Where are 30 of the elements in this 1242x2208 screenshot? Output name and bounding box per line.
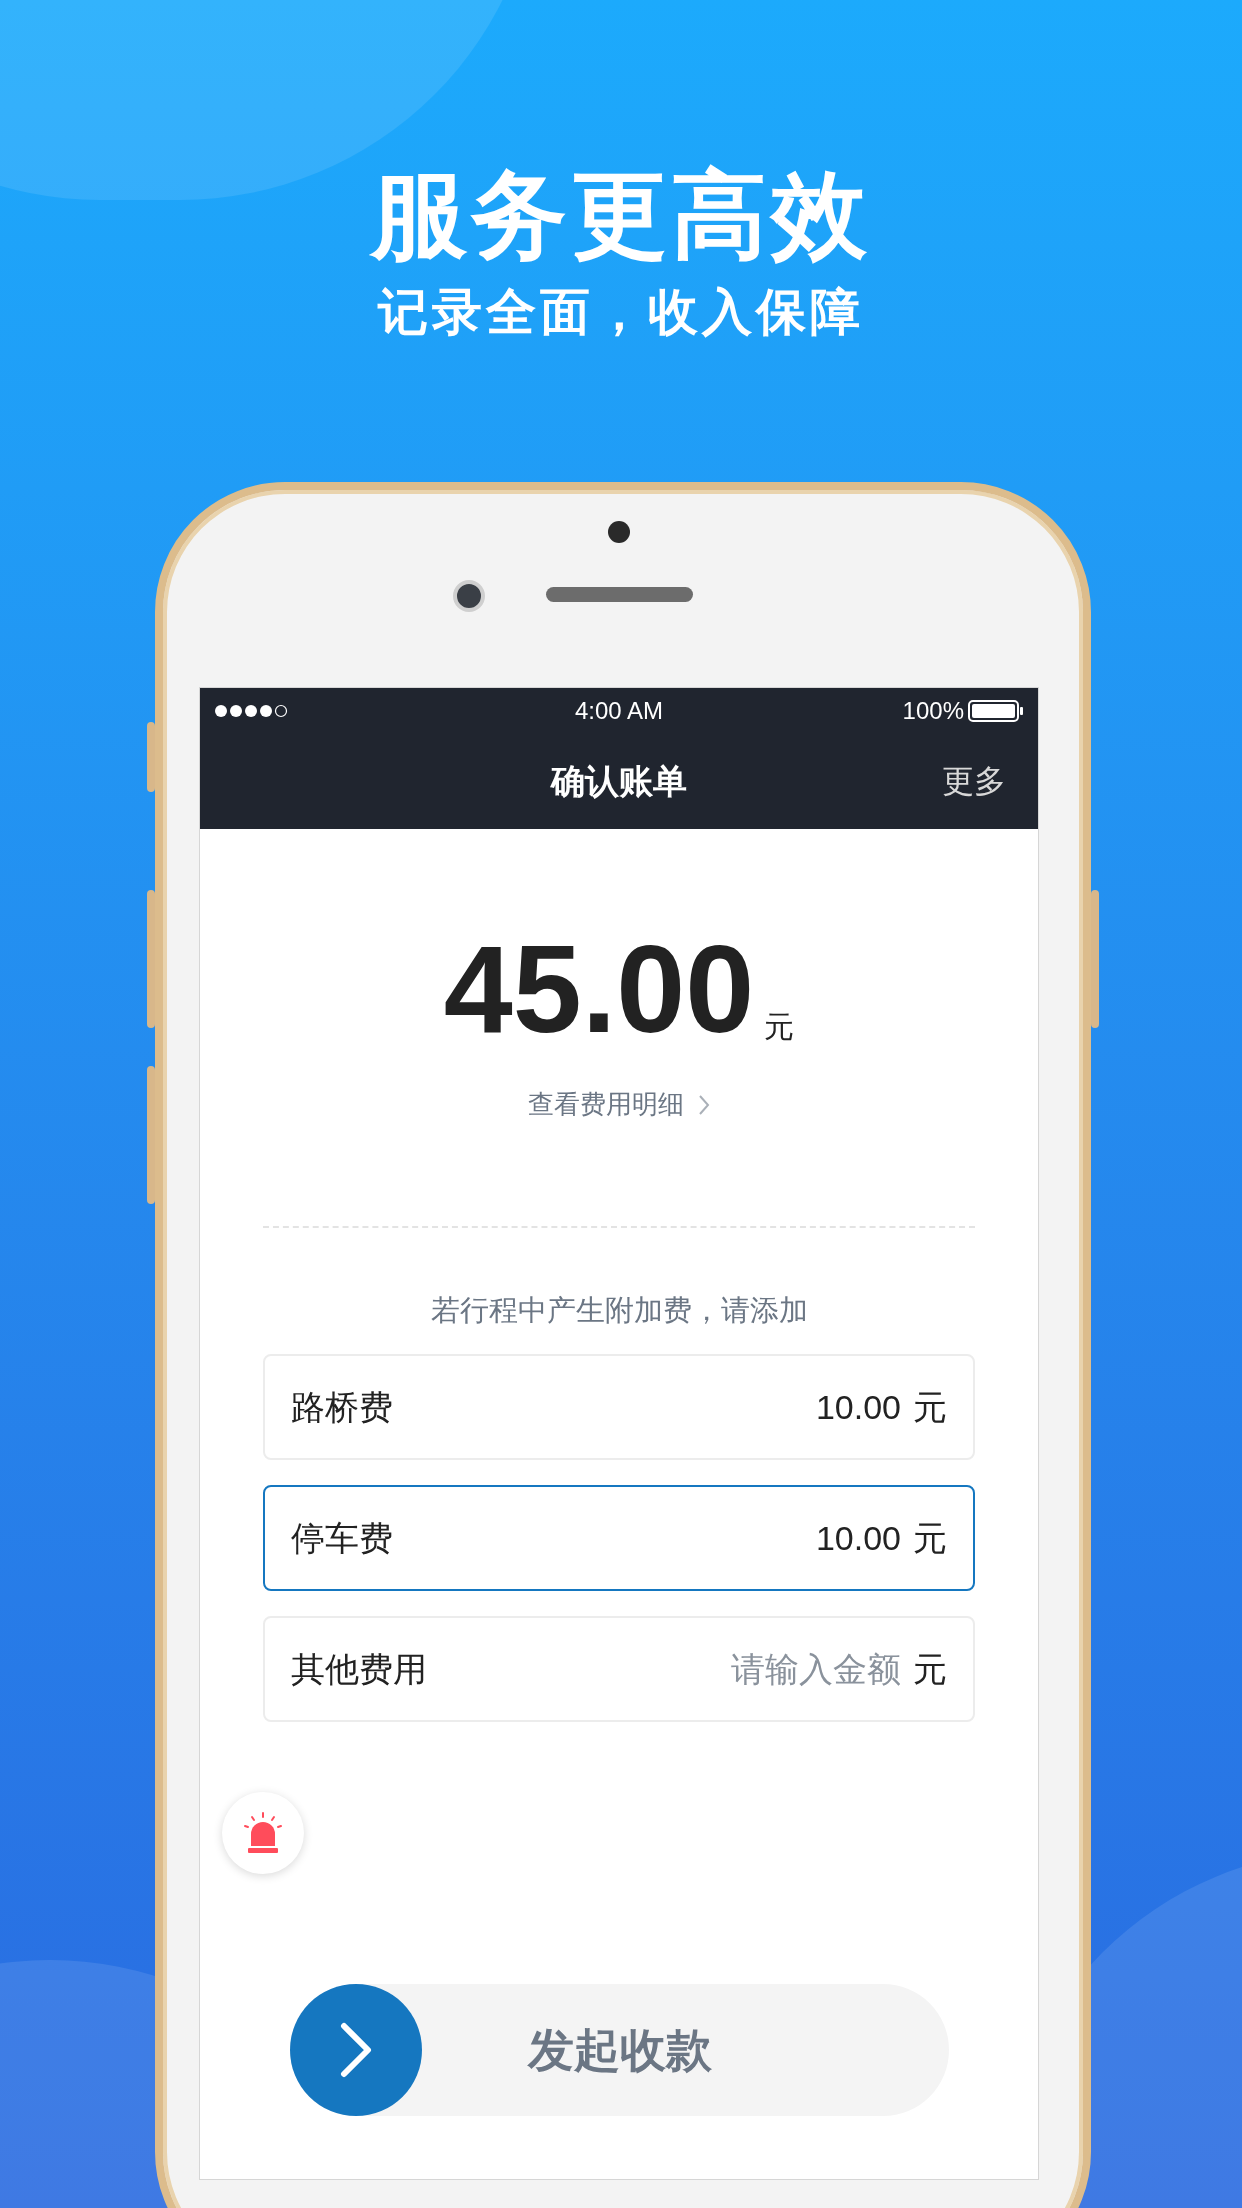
- amount-input[interactable]: 请输入金额: [661, 1643, 901, 1695]
- total-amount: 45.00: [443, 929, 755, 1049]
- fee-row[interactable]: 路桥费 10.00 元: [263, 1354, 975, 1460]
- amount-input[interactable]: 10.00: [661, 1512, 901, 1564]
- currency-unit: 元: [764, 1009, 795, 1045]
- signal-icon: [214, 703, 290, 718]
- headline: 服务更高效: [371, 160, 871, 270]
- alarm-button[interactable]: [222, 1792, 304, 1874]
- battery-icon: [968, 699, 1024, 722]
- subtitle: 记录全面，收入保障: [378, 283, 864, 342]
- swipe-slider[interactable]: 发起收款: [290, 1984, 949, 2116]
- unit-label: 元: [913, 1517, 947, 1559]
- fee-row[interactable]: 停车费 10.00 元: [263, 1485, 975, 1591]
- siren-icon: [243, 1812, 283, 1854]
- hint-text: 若行程中产生附加费，请添加: [429, 1293, 809, 1328]
- fee-detail-link[interactable]: 查看费用明细: [528, 1085, 710, 1124]
- battery-percent: 100%: [902, 695, 964, 726]
- more-button[interactable]: 更多: [942, 757, 1006, 805]
- nav-title: 确认账单: [551, 760, 687, 802]
- fee-label: 其他费用: [291, 1648, 427, 1690]
- chevron-right-icon: [698, 1093, 710, 1116]
- unit-label: 元: [913, 1386, 947, 1428]
- amount-input[interactable]: 10.00: [661, 1381, 901, 1433]
- status-time: 4:00 AM: [574, 695, 664, 726]
- fee-label: 停车费: [291, 1517, 393, 1559]
- unit-label: 元: [913, 1648, 947, 1690]
- slider-label: 发起收款: [528, 2022, 712, 2078]
- fee-label: 路桥费: [291, 1386, 393, 1428]
- chevron-right-icon: [340, 2022, 372, 2078]
- fee-row[interactable]: 其他费用 请输入金额 元: [263, 1616, 975, 1722]
